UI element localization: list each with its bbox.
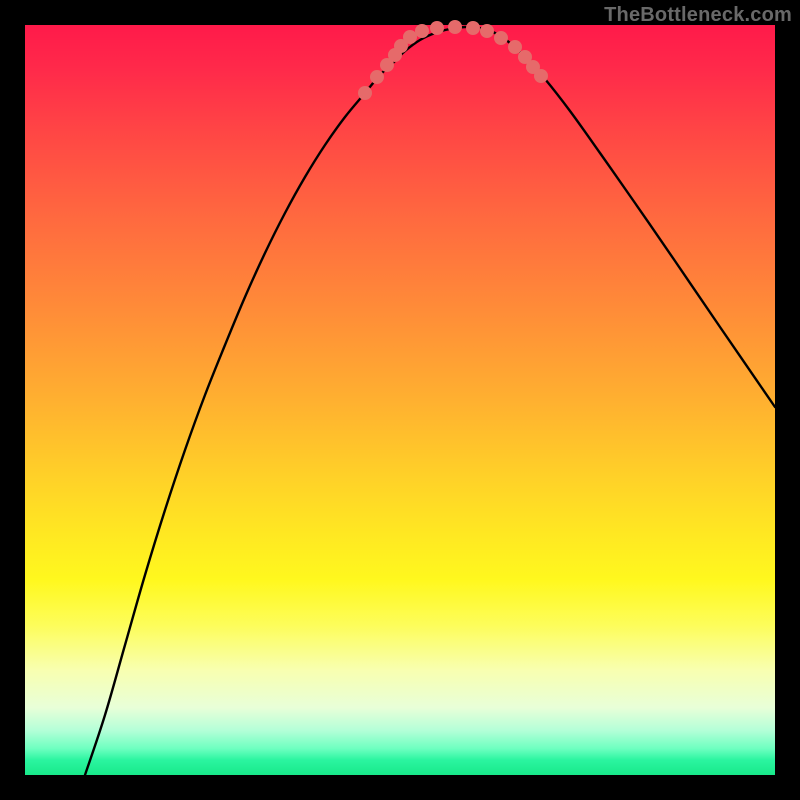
bottleneck-curve-line <box>85 27 775 775</box>
curve-marker <box>358 86 372 100</box>
curve-marker <box>403 30 417 44</box>
curve-marker <box>430 21 444 35</box>
bottleneck-chart <box>25 25 775 775</box>
curve-marker <box>508 40 522 54</box>
curve-marker <box>448 20 462 34</box>
curve-marker <box>415 24 429 38</box>
curve-marker <box>466 21 480 35</box>
curve-marker <box>480 24 494 38</box>
curve-marker <box>370 70 384 84</box>
curve-marker <box>494 31 508 45</box>
curve-marker <box>534 69 548 83</box>
curve-markers-group <box>358 20 548 100</box>
watermark-text: TheBottleneck.com <box>604 4 792 27</box>
